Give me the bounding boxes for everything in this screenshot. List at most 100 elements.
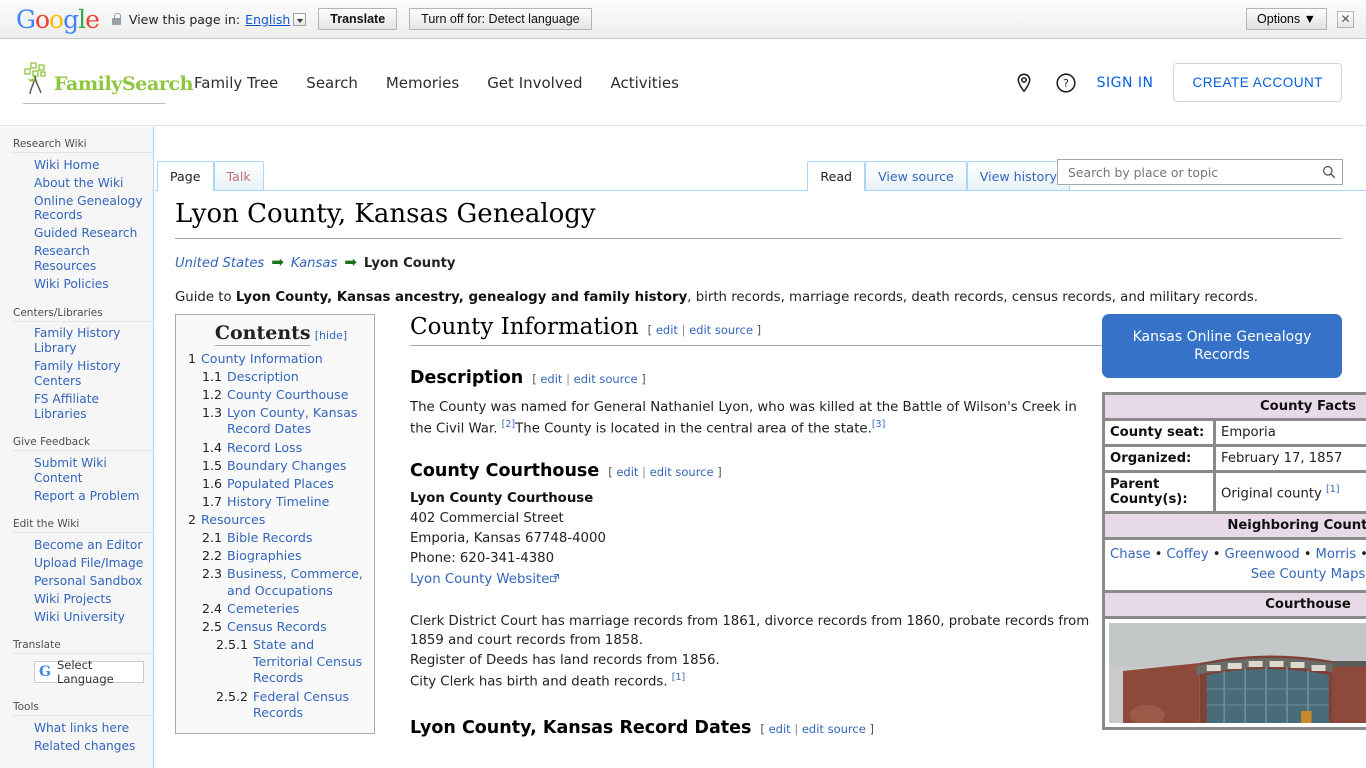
toc-link[interactable]: Resources	[201, 512, 265, 529]
edit-source-link[interactable]: edit source	[689, 323, 753, 337]
toc-item[interactable]: 2.3 Business, Commerce, and Occupations	[186, 566, 364, 599]
select-language-dropdown[interactable]: G Select Language	[34, 658, 144, 686]
toc-link[interactable]: Biographies	[227, 548, 302, 565]
sidebar-item-personal-sandbox[interactable]: Personal Sandbox	[13, 572, 153, 590]
toc-item[interactable]: 2.5 Census Records	[186, 619, 364, 636]
reference-marker[interactable]: [3]	[872, 419, 885, 430]
sidebar-item-upload-file-image[interactable]: Upload File/Image	[13, 554, 153, 572]
sidebar-link-label[interactable]: Wiki University	[34, 610, 125, 625]
edit-link[interactable]: edit	[656, 323, 678, 337]
toc-item[interactable]: 1 County Information	[186, 351, 364, 368]
toc-item[interactable]: 1.1 Description	[186, 369, 364, 386]
courthouse-website-link[interactable]: Lyon County Website	[410, 572, 560, 587]
sidebar-item-family-history-centers[interactable]: Family History Centers	[13, 358, 153, 391]
toc-item[interactable]: 2.1 Bible Records	[186, 530, 364, 547]
nav-item-get-involved[interactable]: Get Involved	[487, 74, 582, 92]
toc-item[interactable]: 1.3 Lyon County, Kansas Record Dates	[186, 405, 364, 438]
sidebar-item-guided-research[interactable]: Guided Research	[13, 225, 153, 243]
neighbor-link-chase[interactable]: Chase	[1110, 547, 1151, 562]
nav-item-activities[interactable]: Activities	[610, 74, 678, 92]
edit-source-link[interactable]: edit source	[802, 722, 866, 736]
toc-item[interactable]: 2.5.1 State and Territorial Census Record…	[186, 637, 364, 687]
nav-item-search[interactable]: Search	[306, 74, 358, 92]
sidebar-item-online-genealogy-records[interactable]: Online Genealogy Records	[13, 192, 153, 225]
toc-link[interactable]: Populated Places	[227, 476, 334, 493]
toc-link[interactable]: Boundary Changes	[227, 458, 346, 475]
chevron-down-icon[interactable]	[293, 12, 307, 26]
sidebar-item-report-a-problem[interactable]: Report a Problem	[13, 487, 153, 505]
sidebar-link-label[interactable]: Upload File/Image	[34, 556, 143, 571]
toc-item[interactable]: 1.5 Boundary Changes	[186, 458, 364, 475]
toc-link[interactable]: History Timeline	[227, 494, 329, 511]
sidebar-link-label[interactable]: Family History Centers	[34, 359, 153, 389]
sidebar-link-label[interactable]: Research Resources	[34, 244, 153, 274]
sidebar-link-label[interactable]: Report a Problem	[34, 489, 139, 504]
nav-item-memories[interactable]: Memories	[386, 74, 459, 92]
see-county-maps-link[interactable]: See County Maps	[1251, 567, 1366, 582]
breadcrumb-kansas[interactable]: Kansas	[291, 256, 337, 271]
toc-link[interactable]: Cemeteries	[227, 601, 299, 618]
reference-marker[interactable]: [1]	[1326, 484, 1339, 495]
toc-link[interactable]: Lyon County, Kansas Record Dates	[227, 405, 364, 438]
sidebar-item-wiki-university[interactable]: Wiki University	[13, 608, 153, 626]
toc-item[interactable]: 1.7 History Timeline	[186, 494, 364, 511]
toc-link[interactable]: Description	[227, 369, 299, 386]
toc-link[interactable]: County Courthouse	[227, 387, 348, 404]
reference-marker[interactable]: [1]	[672, 672, 685, 683]
sidebar-link-label[interactable]: Wiki Policies	[34, 277, 109, 292]
sidebar-link-label[interactable]: Related changes	[34, 739, 135, 754]
sidebar-link-label[interactable]: Wiki Projects	[34, 592, 112, 607]
edit-link[interactable]: edit	[540, 372, 562, 386]
tab-read[interactable]: Read	[807, 161, 866, 191]
tab-page[interactable]: Page	[157, 161, 214, 191]
sidebar-item-wiki-policies[interactable]: Wiki Policies	[13, 276, 153, 294]
search-input[interactable]	[1066, 163, 1322, 181]
neighbor-link-coffey[interactable]: Coffey	[1166, 547, 1208, 562]
tab-talk[interactable]: Talk	[213, 161, 264, 190]
sidebar-link-label[interactable]: Online Genealogy Records	[34, 194, 153, 224]
toc-item[interactable]: 1.4 Record Loss	[186, 440, 364, 457]
sidebar-link-label[interactable]: Wiki Home	[34, 158, 99, 173]
sidebar-link-label[interactable]: Guided Research	[34, 226, 137, 241]
neighbor-link-morris[interactable]: Morris	[1316, 547, 1357, 562]
toc-link[interactable]: Business, Commerce, and Occupations	[227, 566, 364, 599]
edit-source-link[interactable]: edit source	[574, 372, 638, 386]
sidebar-item-become-an-editor[interactable]: Become an Editor	[13, 536, 153, 554]
sidebar-item-wiki-projects[interactable]: Wiki Projects	[13, 590, 153, 608]
sign-in-link[interactable]: SIGN IN	[1097, 75, 1154, 91]
toc-item[interactable]: 1.2 County Courthouse	[186, 387, 364, 404]
search-icon[interactable]	[1322, 165, 1336, 179]
close-icon[interactable]: ✕	[1337, 10, 1354, 28]
map-pin-icon[interactable]	[1013, 72, 1035, 94]
sidebar-link-label[interactable]: Submit Wiki Content	[34, 456, 153, 486]
toc-hide-toggle[interactable]: [hide]	[315, 329, 347, 342]
toc-item[interactable]: 2 Resources	[186, 512, 364, 529]
sidebar-item-family-history-library[interactable]: Family History Library	[13, 325, 153, 358]
sidebar-item-wiki-home[interactable]: Wiki Home	[13, 156, 153, 174]
sidebar-item-about-the-wiki[interactable]: About the Wiki	[13, 174, 153, 192]
sidebar-link-label[interactable]: Become an Editor	[34, 538, 142, 553]
sidebar-link-label[interactable]: FS Affiliate Libraries	[34, 392, 153, 422]
toc-item[interactable]: 2.5.2 Federal Census Records	[186, 689, 364, 722]
toc-item[interactable]: 1.6 Populated Places	[186, 476, 364, 493]
reference-marker[interactable]: [2]	[502, 419, 515, 430]
nav-item-family-tree[interactable]: Family Tree	[194, 74, 278, 92]
toc-link[interactable]: Record Loss	[227, 440, 302, 457]
turn-off-translate-button[interactable]: Turn off for: Detect language	[409, 8, 592, 30]
tab-view-source[interactable]: View source	[865, 161, 967, 190]
toc-link[interactable]: Census Records	[227, 619, 327, 636]
tab-view-history[interactable]: View history	[966, 161, 1070, 190]
toc-link[interactable]: Federal Census Records	[253, 689, 364, 722]
translate-options-button[interactable]: Options ▼	[1246, 8, 1327, 30]
sidebar-item-what-links-here[interactable]: What links here	[13, 719, 153, 737]
kansas-online-genealogy-records-button[interactable]: Kansas Online Genealogy Records	[1102, 314, 1342, 379]
sidebar-item-submit-wiki-content[interactable]: Submit Wiki Content	[13, 454, 153, 487]
sidebar-item-research-resources[interactable]: Research Resources	[13, 243, 153, 276]
sidebar-item-fs-affiliate-libraries[interactable]: FS Affiliate Libraries	[13, 391, 153, 424]
toc-link[interactable]: County Information	[201, 351, 323, 368]
sidebar-link-label[interactable]: What links here	[34, 721, 129, 736]
translate-button[interactable]: Translate	[318, 8, 398, 30]
edit-link[interactable]: edit	[616, 465, 638, 479]
breadcrumb-united-states[interactable]: United States	[175, 256, 264, 271]
edit-source-link[interactable]: edit source	[650, 465, 714, 479]
